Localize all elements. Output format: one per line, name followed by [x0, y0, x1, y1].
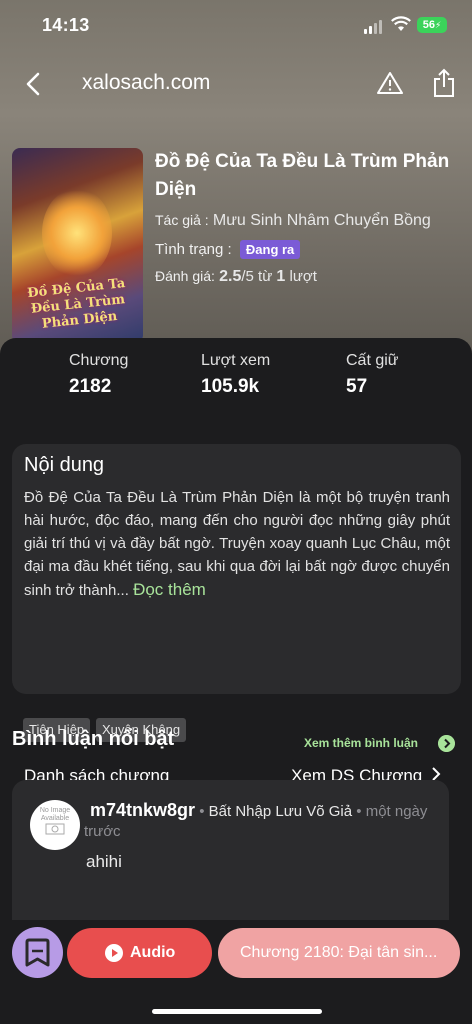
read-more-link[interactable]: Đọc thêm: [133, 580, 206, 599]
description-card: Nội dung Đồ Đệ Của Ta Đều Là Trùm Phản D…: [12, 444, 461, 785]
stat-label: Chương: [69, 352, 129, 369]
current-chapter-button[interactable]: Chương 2180: Đại tân sin...: [218, 928, 460, 978]
stat-value: 105.9k: [201, 376, 260, 397]
share-icon[interactable]: [432, 68, 456, 98]
description-text: Đồ Đệ Của Ta Đều Là Trùm Phản Diện là mộ…: [24, 486, 450, 602]
audio-label: Audio: [130, 944, 176, 961]
stat-saved: Cất giữ 57: [346, 352, 399, 398]
wifi-icon: [391, 16, 411, 31]
rating-row: Đánh giá: 2.5/5 từ 1 lượt: [155, 268, 317, 286]
book-title: Đồ Đệ Của Ta Đều Là Trùm Phản Diện: [155, 151, 450, 200]
status-time: 14:13: [42, 15, 90, 35]
book-cover-image[interactable]: Đồ Đệ Của Ta Đều Là Trùm Phản Diện: [12, 148, 143, 343]
description-title: Nội dung: [24, 454, 105, 476]
author-row: Tác giả : Mưu Sinh Nhâm Chuyển Bồng: [155, 212, 431, 230]
nav-bar: xalosach.com: [0, 60, 472, 108]
current-chapter-label: Chương 2180: Đại tân sin...: [240, 944, 438, 961]
comment-meta: m74tnkw8gr • Bất Nhập Lưu Võ Giả • một n…: [84, 800, 428, 840]
cover-art: [42, 188, 112, 278]
rating-label: Đánh giá:: [155, 268, 215, 284]
more-comments-link[interactable]: Xem thêm bình luận: [304, 736, 418, 750]
rating-value: 2.5: [219, 268, 242, 285]
battery-indicator: 56⚡: [417, 17, 447, 33]
stat-label: Lượt xem: [201, 352, 271, 369]
image-placeholder-icon: [45, 823, 65, 835]
stat-label: Cất giữ: [346, 352, 399, 369]
author-label: Tác giả :: [155, 212, 209, 228]
stat-value: 2182: [69, 376, 112, 397]
cover-title: Đồ Đệ Của Ta Đều Là Trùm Phản Diện: [26, 275, 126, 332]
rating-unit: lượt: [289, 268, 317, 285]
comment-book[interactable]: Bất Nhập Lưu Võ Giả: [209, 803, 352, 820]
status-row: Tình trạng : Đang ra: [155, 240, 301, 259]
chevron-circle-icon[interactable]: [438, 735, 455, 752]
battery-level: 56: [422, 19, 435, 31]
rating-count: 1: [276, 268, 286, 285]
bookmark-button[interactable]: [12, 927, 63, 978]
comment-text: ahihi: [86, 852, 122, 871]
back-arrow-icon[interactable]: [20, 70, 48, 98]
site-domain: xalosach.com: [82, 71, 211, 94]
bookmark-icon: [25, 938, 50, 967]
status-bar: 14:13 56⚡: [0, 0, 472, 52]
home-indicator: [152, 1009, 322, 1014]
stat-chapters: Chương 2182: [69, 352, 128, 398]
audio-button[interactable]: Audio: [67, 928, 212, 978]
cellular-signal-icon: [364, 20, 384, 34]
stat-views: Lượt xem 105.9k: [201, 352, 270, 398]
author-name[interactable]: Mưu Sinh Nhâm Chuyển Bồng: [213, 212, 431, 229]
rating-scale: /5 từ: [241, 268, 273, 285]
warning-icon[interactable]: [376, 70, 404, 96]
status-label: Tình trạng :: [155, 241, 232, 258]
stat-value: 57: [346, 376, 368, 397]
avatar-placeholder-text: No Image Available: [39, 807, 71, 822]
comments-title: Bình luận nổi bật: [12, 728, 175, 750]
chevron-right-icon: [432, 767, 441, 781]
avatar[interactable]: No Image Available: [30, 800, 80, 850]
status-badge: Đang ra: [239, 240, 301, 259]
description-body: Đồ Đệ Của Ta Đều Là Trùm Phản Diện là mộ…: [24, 489, 450, 599]
play-icon: [105, 944, 123, 962]
comment-username[interactable]: m74tnkw8gr: [90, 800, 195, 820]
